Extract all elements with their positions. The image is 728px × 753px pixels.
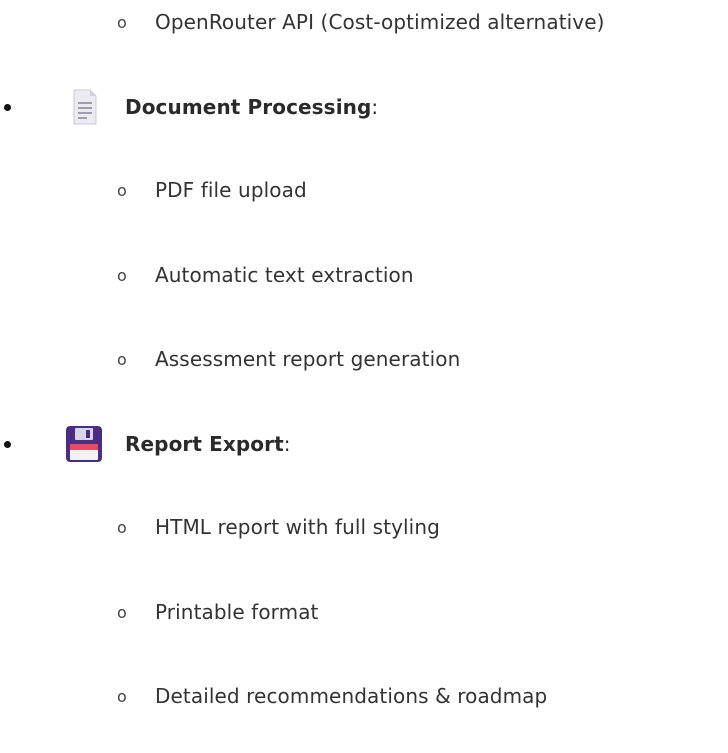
- sub-bullet-marker: o: [117, 12, 127, 32]
- bullet-dot: [4, 103, 11, 111]
- document-icon: [64, 87, 104, 127]
- sub-bullet-marker: o: [117, 349, 127, 369]
- list-item-text: Assessment report generation: [155, 347, 461, 371]
- list-item-text: HTML report with full styling: [155, 515, 440, 539]
- list-item-text: OpenRouter API (Cost-optimized alternati…: [155, 10, 605, 34]
- sub-bullet-marker: o: [117, 686, 127, 706]
- sub-bullet-marker: o: [117, 517, 127, 537]
- bullet-dot: [4, 440, 11, 448]
- section-title-suffix: :: [371, 95, 379, 119]
- section-title-label: Report Export: [125, 432, 284, 456]
- list-item-text: PDF file upload: [155, 178, 307, 202]
- list-item-text: Detailed recommendations & roadmap: [155, 684, 548, 708]
- list-item-text: Printable format: [155, 600, 319, 624]
- section-title-suffix: :: [283, 432, 291, 456]
- document-page: o OpenRouter API (Cost-optimized alterna…: [0, 0, 728, 753]
- floppy-disk-icon: [64, 424, 104, 464]
- section-title-label: Document Processing: [125, 95, 372, 119]
- sub-bullet-marker: o: [117, 602, 127, 622]
- sub-bullet-marker: o: [117, 180, 127, 200]
- section-title: Document Processing:: [125, 95, 378, 119]
- sub-bullet-marker: o: [117, 265, 127, 285]
- section-title: Report Export:: [125, 432, 291, 456]
- list-item-text: Automatic text extraction: [155, 263, 414, 287]
